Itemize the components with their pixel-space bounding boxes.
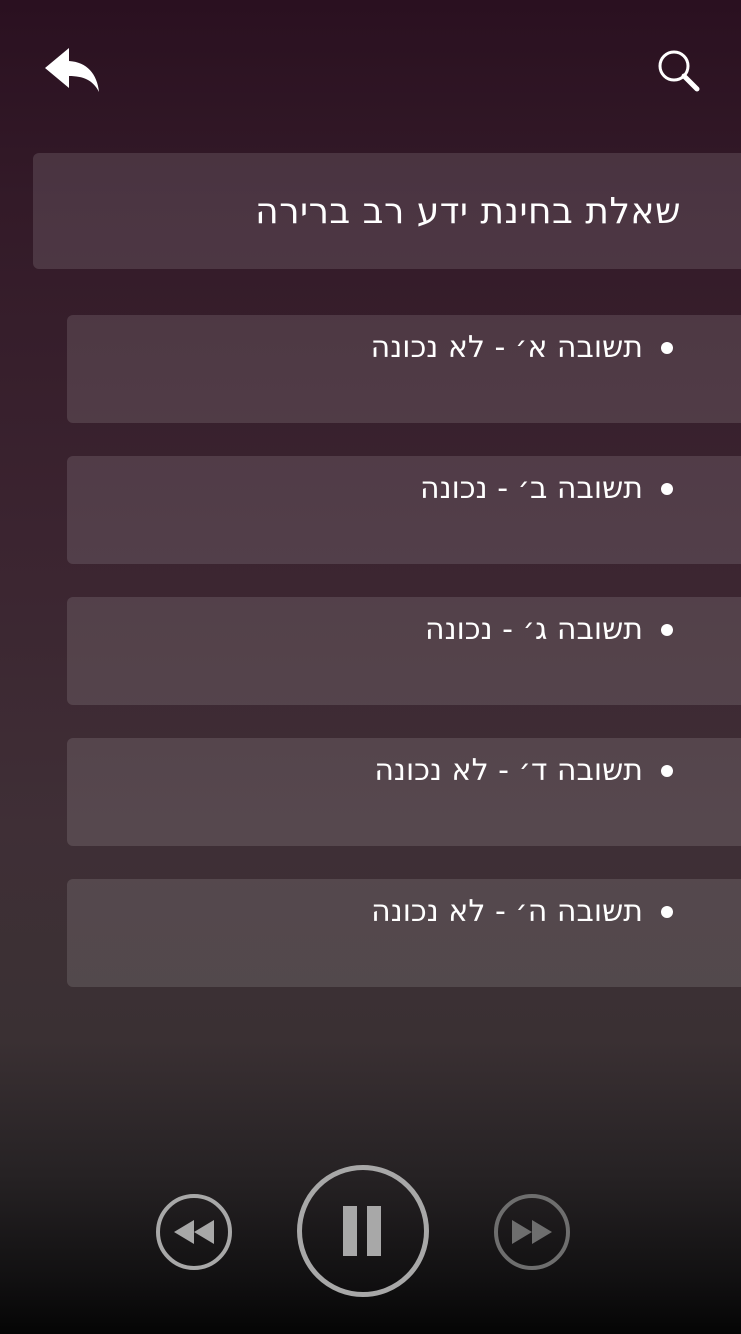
bullet-icon [661, 483, 673, 495]
question-text: שאלת בחינת ידע רב ברירה [255, 190, 681, 232]
player-controls [0, 1160, 741, 1300]
pause-button[interactable] [297, 1165, 429, 1297]
rewind-icon [174, 1220, 214, 1244]
answer-option[interactable]: תשובה ב׳ - נכונה [67, 456, 741, 564]
bullet-icon [661, 342, 673, 354]
fast-forward-icon [512, 1220, 552, 1244]
fast-forward-button[interactable] [494, 1194, 570, 1270]
search-icon [658, 50, 700, 92]
answer-label: תשובה ה׳ - לא נכונה [371, 894, 643, 929]
bullet-icon [661, 765, 673, 777]
answer-option[interactable]: תשובה ד׳ - לא נכונה [67, 738, 741, 846]
bullet-icon [661, 624, 673, 636]
quiz-screen: שאלת בחינת ידע רב ברירה תשובה א׳ - לא נכ… [0, 0, 741, 1334]
back-button[interactable] [40, 40, 104, 100]
answer-option[interactable]: תשובה ה׳ - לא נכונה [67, 879, 741, 987]
question-card: שאלת בחינת ידע רב ברירה [33, 153, 741, 269]
rewind-button[interactable] [156, 1194, 232, 1270]
answer-option[interactable]: תשובה ג׳ - נכונה [67, 597, 741, 705]
answer-label: תשובה ב׳ - נכונה [420, 471, 643, 506]
answer-label: תשובה א׳ - לא נכונה [370, 330, 643, 365]
answer-option[interactable]: תשובה א׳ - לא נכונה [67, 315, 741, 423]
search-button[interactable] [650, 42, 706, 98]
bullet-icon [661, 906, 673, 918]
reply-arrow-icon [45, 48, 99, 92]
answer-label: תשובה ג׳ - נכונה [424, 612, 643, 647]
answer-list: תשובה א׳ - לא נכונה תשובה ב׳ - נכונה תשו… [67, 315, 741, 1020]
pause-icon [343, 1206, 381, 1256]
answer-label: תשובה ד׳ - לא נכונה [374, 753, 643, 788]
